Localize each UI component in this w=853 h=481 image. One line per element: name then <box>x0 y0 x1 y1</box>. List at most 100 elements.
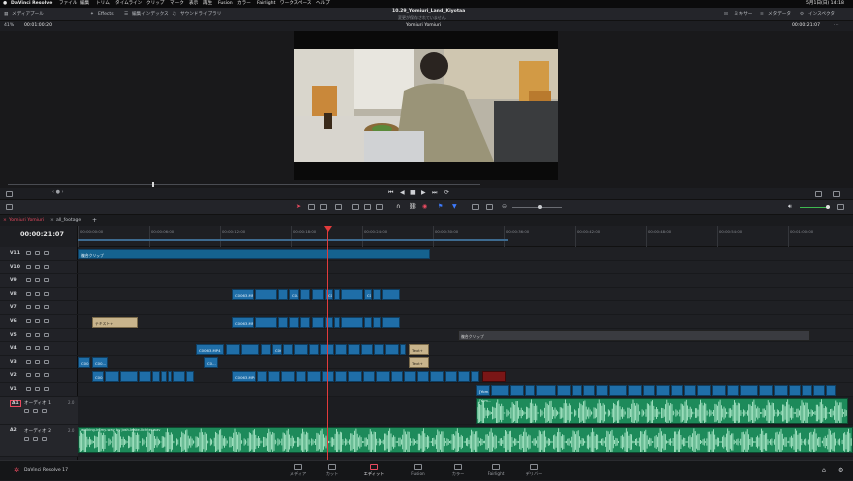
auto-select-icon[interactable] <box>44 387 49 391</box>
timeline-clip[interactable] <box>802 384 812 396</box>
timeline-clip[interactable]: C00... <box>78 357 90 369</box>
menu-trim[interactable]: トリム <box>96 0 110 8</box>
timeline-clip[interactable] <box>257 370 267 382</box>
timeline-clip[interactable]: C0063.MP4 <box>232 370 256 382</box>
edit-index-button[interactable]: 編集インデックス <box>132 8 169 21</box>
timeline-clip[interactable] <box>334 316 340 328</box>
audio-meter-icon[interactable] <box>837 204 844 210</box>
timeline-tracks[interactable]: 複合クリップ C0063.MP4 C0... C0... C0... テキスト+ C0063… <box>78 247 853 460</box>
timeline-clip[interactable] <box>374 343 384 355</box>
timeline-clip[interactable] <box>609 384 627 396</box>
scrub-handle[interactable] <box>152 182 154 187</box>
arm-record-icon[interactable] <box>24 436 29 441</box>
menu-clip[interactable]: クリップ <box>146 0 164 8</box>
timeline-clip[interactable] <box>334 289 340 301</box>
auto-select-icon[interactable] <box>44 278 49 283</box>
timeline-clip[interactable] <box>643 384 655 396</box>
auto-select-icon[interactable] <box>44 359 49 364</box>
timeline-clip[interactable] <box>385 343 399 355</box>
auto-select-icon[interactable] <box>44 332 49 337</box>
track-visibility-icon[interactable] <box>35 264 40 269</box>
menu-help[interactable]: ヘルプ <box>316 0 330 8</box>
page-4[interactable]: カラー <box>438 461 478 481</box>
auto-select-icon[interactable] <box>44 264 49 269</box>
timeline-clip[interactable] <box>268 370 280 382</box>
text-clip-v3[interactable]: Text+ <box>409 357 429 369</box>
viewer-layout-icon[interactable] <box>6 191 13 197</box>
timeline-clip[interactable] <box>510 384 524 396</box>
timeline-clip[interactable] <box>173 370 185 382</box>
timeline-clip[interactable] <box>789 384 801 396</box>
viewer-timeline-name[interactable]: Yomiuri Yomiuri <box>406 21 441 31</box>
inspector-button[interactable]: インスペクタ <box>808 8 835 21</box>
solo-icon[interactable] <box>33 436 38 441</box>
apple-icon[interactable]: ● <box>3 0 7 8</box>
timeline-clip[interactable] <box>307 370 321 382</box>
lock-icon[interactable] <box>26 346 31 351</box>
auto-select-icon[interactable] <box>44 373 49 378</box>
track-visibility-icon[interactable] <box>35 373 40 378</box>
in-out-range[interactable] <box>78 239 508 241</box>
page-3[interactable]: Fusion <box>398 461 438 481</box>
play-icon[interactable]: ▶ <box>421 189 426 196</box>
sound-library-button[interactable]: サウンドライブラリ <box>180 8 221 21</box>
menu-file[interactable]: ファイル <box>59 0 77 8</box>
tab-close-icon[interactable]: × <box>3 215 7 226</box>
audio-clip-a2[interactable]: walking-in-my-way by josh-leake-lichter.… <box>78 426 853 453</box>
track-visibility-icon[interactable] <box>35 251 40 255</box>
zoom-slider-handle[interactable] <box>538 205 542 209</box>
timeline-clip[interactable] <box>283 343 293 355</box>
track-visibility-icon[interactable] <box>35 346 40 351</box>
skip-start-icon[interactable]: ⏮ <box>388 189 393 197</box>
auto-select-icon[interactable] <box>44 346 49 351</box>
timeline-clip[interactable] <box>335 343 347 355</box>
position-lock-icon[interactable]: ◉ <box>422 203 427 210</box>
menu-mark[interactable]: マーク <box>170 0 184 8</box>
timeline-clip[interactable] <box>430 370 444 382</box>
timeline-timecode[interactable]: 00:00:21:07 <box>20 230 64 238</box>
zoom-detail-icon[interactable] <box>486 204 493 210</box>
timeline-clip[interactable] <box>261 343 271 355</box>
auto-select-icon[interactable] <box>44 251 49 255</box>
timeline-clip[interactable] <box>341 289 363 301</box>
tab-all-footage[interactable]: all_footage <box>56 215 81 226</box>
auto-select-icon[interactable] <box>44 319 49 323</box>
zoom-slider[interactable] <box>512 207 562 208</box>
settings-icon[interactable]: ⚙ <box>838 467 843 474</box>
solo-icon[interactable] <box>33 408 38 413</box>
timeline-clip[interactable]: C00... <box>92 370 104 382</box>
lock-icon[interactable] <box>26 305 31 310</box>
lock-icon[interactable] <box>26 373 31 378</box>
track-visibility-icon[interactable] <box>35 291 40 296</box>
mixer-button[interactable]: ミキサー <box>734 8 752 21</box>
compound-clip-v5[interactable]: 複合クリップ <box>458 330 810 342</box>
timeline-clip[interactable] <box>525 384 535 396</box>
timeline-clip[interactable] <box>373 289 381 301</box>
timeline-view-options-icon[interactable] <box>6 204 13 210</box>
timeline-clip[interactable] <box>572 384 582 396</box>
timeline-clip[interactable] <box>445 370 457 382</box>
timeline-clip[interactable] <box>697 384 711 396</box>
lock-icon[interactable] <box>26 264 31 269</box>
timeline-clip[interactable] <box>491 384 509 396</box>
timeline-clip[interactable] <box>684 384 696 396</box>
menu-workspace[interactable]: ワークスペース <box>280 0 311 8</box>
lock-icon[interactable] <box>26 359 31 364</box>
timeline-clip[interactable] <box>322 370 334 382</box>
timeline-clip[interactable]: C0063.MP4 <box>232 316 254 328</box>
audio-clip-a1[interactable]: [Yom... <box>476 397 848 424</box>
metadata-button[interactable]: メタデータ <box>768 8 791 21</box>
dynamic-trim-icon[interactable] <box>320 204 327 210</box>
timeline-clip[interactable] <box>376 370 390 382</box>
page-edit-active[interactable]: エディット <box>354 461 394 481</box>
mute-icon[interactable] <box>42 436 47 441</box>
text-clip-v4[interactable]: Text+ <box>409 343 429 355</box>
timeline-clip[interactable] <box>255 316 277 328</box>
timeline-clip[interactable] <box>382 316 400 328</box>
timeline-clip[interactable] <box>373 316 381 328</box>
timeline-clip[interactable] <box>278 316 288 328</box>
timeline-clip[interactable] <box>458 370 470 382</box>
timeline-clip[interactable] <box>536 384 556 396</box>
stop-icon[interactable]: ■ <box>410 189 416 196</box>
tab-yomiuri[interactable]: Yomiuri Yomiuri <box>9 215 44 226</box>
